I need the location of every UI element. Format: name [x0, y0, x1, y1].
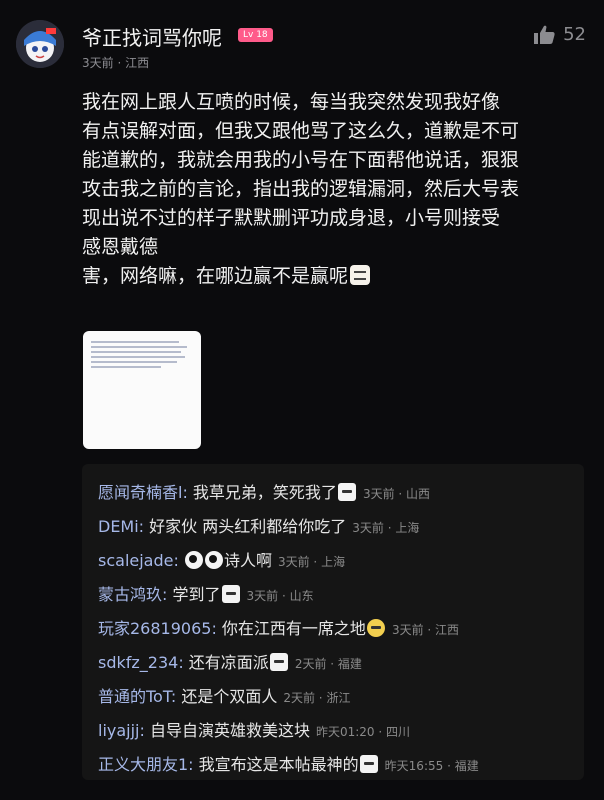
comment-preview-list[interactable]: 愿闻奇楠香l: 我草兄弟，笑死我了 3天前 · 山西 DEMi: 好家伙 两头红利…	[82, 464, 584, 780]
comment-text: 我草兄弟，笑死我了	[187, 483, 337, 502]
comment-item[interactable]: 玩家26819065: 你在江西有一席之地 3天前 · 江西	[98, 612, 459, 646]
comment-time: 3天前 · 山东	[246, 589, 314, 603]
comment-text: 自导自演英雄救美这块	[144, 721, 310, 740]
user-avatar[interactable]	[16, 20, 64, 68]
comment-author[interactable]: 蒙古鸿玖:	[98, 585, 167, 604]
avatar-image	[16, 20, 64, 68]
post-body-line: 有点误解对面，但我又跟他骂了这么久，道歉是不可	[82, 120, 520, 142]
comment-text: 学到了	[167, 585, 221, 604]
comment-author[interactable]: sdkfz_234:	[98, 653, 184, 672]
like-count: 52	[563, 24, 586, 45]
comment-text: 好家伙 两头红利都给你吃了	[144, 517, 347, 536]
post-body-line: 我在网上跟人互喷的时候，每当我突然发现我好像	[82, 91, 501, 113]
comment-text: 还有凉面派	[183, 653, 269, 672]
eyes-sticker-icon	[184, 551, 203, 569]
post-body-line: 害，网络嘛，在哪边赢不是赢呢	[82, 265, 349, 287]
comment-time: 3天前 · 上海	[277, 555, 346, 569]
comment-item[interactable]: scalejade: 诗人啊 3天前 · 上海	[98, 544, 345, 578]
comment-item[interactable]: 普通的ToT: 还是个双面人 2天前 · 浙江	[98, 680, 350, 714]
sticker-icon	[337, 483, 356, 501]
comment-time: 3天前 · 山西	[362, 487, 431, 501]
post-body-line: 感恩戴德	[82, 236, 159, 258]
attached-image-thumbnail[interactable]	[83, 331, 201, 449]
post-meta: 3天前 · 江西	[82, 56, 150, 70]
comment-text: 还是个双面人	[176, 687, 278, 706]
comment-time: 昨天16:55 · 福建	[384, 759, 479, 773]
comment-item[interactable]: 愿闻奇楠香l: 我草兄弟，笑死我了 3天前 · 山西	[98, 476, 430, 510]
username[interactable]: 爷正找词骂你呢	[82, 22, 222, 51]
comment-text: 诗人啊	[223, 551, 272, 570]
comment-time: 昨天01:20 · 四川	[315, 725, 411, 739]
comment-author[interactable]: liyajjj:	[98, 721, 145, 740]
post-body-last-line: 害，网络嘛，在哪边赢不是赢呢	[82, 262, 596, 291]
post-body-line: 能道歉的，我就会用我的小号在下面帮他说话，狠狠	[82, 149, 520, 171]
comment-author[interactable]: 玩家26819065:	[98, 619, 217, 638]
like-button[interactable]: 52	[533, 24, 586, 45]
post-body-line: 攻击我之前的言论，指出我的逻辑漏洞，然后大号表	[82, 178, 520, 200]
comment-author[interactable]: 愿闻奇楠香l:	[98, 483, 188, 502]
eyes-sticker-icon	[204, 551, 223, 569]
post-body: 我在网上跟人互喷的时候，每当我突然发现我好像 有点误解对面，但我又跟他骂了这么久…	[82, 88, 596, 291]
comment-text: 我宣布这是本帖最神的	[193, 755, 359, 774]
dog-face-sticker-icon	[366, 619, 385, 637]
thumbs-up-icon	[534, 25, 555, 44]
laugh-sticker-icon	[350, 265, 371, 285]
comment-item[interactable]: DEMi: 好家伙 两头红利都给你吃了 3天前 · 上海	[98, 510, 419, 544]
sticker-icon	[269, 653, 288, 671]
level-badge: Lv 18	[238, 28, 273, 42]
comment-text: 你在江西有一席之地	[216, 619, 366, 638]
comment-time: 3天前 · 上海	[352, 521, 420, 535]
comment-time: 2天前 · 浙江	[283, 691, 351, 705]
comment-item[interactable]: liyajjj: 自导自演英雄救美这块 昨天01:20 · 四川	[98, 714, 410, 748]
comment-author[interactable]: 正义大朋友1:	[98, 755, 194, 774]
post-card: 爷正找词骂你呢 Lv 18 3天前 · 江西 52 我在网上跟人互喷的时候，每当…	[0, 0, 604, 800]
comment-item[interactable]: 蒙古鸿玖: 学到了 3天前 · 山东	[98, 578, 314, 612]
comment-item[interactable]: 正义大朋友1: 我宣布这是本帖最神的 昨天16:55 · 福建	[98, 748, 479, 782]
comment-item[interactable]: sdkfz_234: 还有凉面派 2天前 · 福建	[98, 646, 362, 680]
comment-time: 3天前 · 江西	[391, 623, 460, 637]
comment-author[interactable]: DEMi:	[98, 517, 144, 536]
comment-author[interactable]: 普通的ToT:	[98, 687, 176, 706]
sticker-icon	[359, 755, 378, 773]
sticker-icon	[221, 585, 240, 603]
comment-time: 2天前 · 福建	[294, 657, 362, 671]
comment-author[interactable]: scalejade:	[98, 551, 179, 570]
post-body-line: 现出说不过的样子默默删评功成身退，小号则接受	[82, 207, 501, 229]
